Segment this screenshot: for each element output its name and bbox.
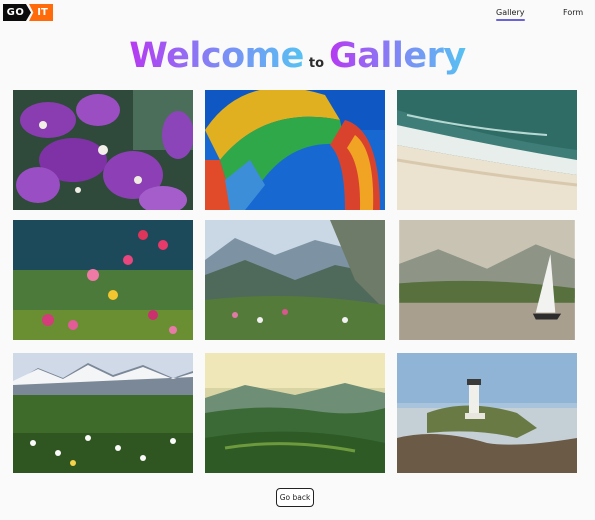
daisies-image <box>13 353 193 473</box>
main-nav: Gallery Form <box>475 8 595 22</box>
wildflowers-image <box>13 220 193 340</box>
sailboat-image <box>399 220 575 340</box>
logo-go: GO <box>3 4 31 21</box>
title-gallery: Gallery <box>329 36 466 76</box>
go-it-logo[interactable]: GO IT <box>3 4 53 21</box>
gallery-image-wildflowers[interactable] <box>13 220 193 340</box>
gallery-image-daisies[interactable] <box>13 353 193 473</box>
nav-link-form[interactable]: Form <box>563 8 583 17</box>
container-arch-image <box>205 90 385 210</box>
gallery-image-green-hills[interactable] <box>205 353 385 473</box>
gallery-image-mountain-valley[interactable] <box>205 220 385 340</box>
page-title: Welcome to Gallery <box>0 36 595 76</box>
mountain-valley-image <box>205 220 385 340</box>
gallery-image-beach[interactable] <box>397 90 577 210</box>
beach-image <box>397 90 577 210</box>
orchids-image <box>13 90 193 210</box>
title-welcome: Welcome <box>129 36 304 76</box>
go-back-button[interactable]: Go back <box>276 488 314 507</box>
green-hills-image <box>205 353 385 473</box>
logo-it: IT <box>29 4 53 21</box>
gallery-image-lighthouse[interactable] <box>397 353 577 473</box>
gallery-image-orchids[interactable] <box>13 90 193 210</box>
title-to: to <box>308 56 325 71</box>
lighthouse-image <box>397 353 577 473</box>
nav-link-gallery[interactable]: Gallery <box>496 8 525 21</box>
gallery-image-container-arch[interactable] <box>205 90 385 210</box>
gallery-image-sailboat[interactable] <box>397 220 577 340</box>
